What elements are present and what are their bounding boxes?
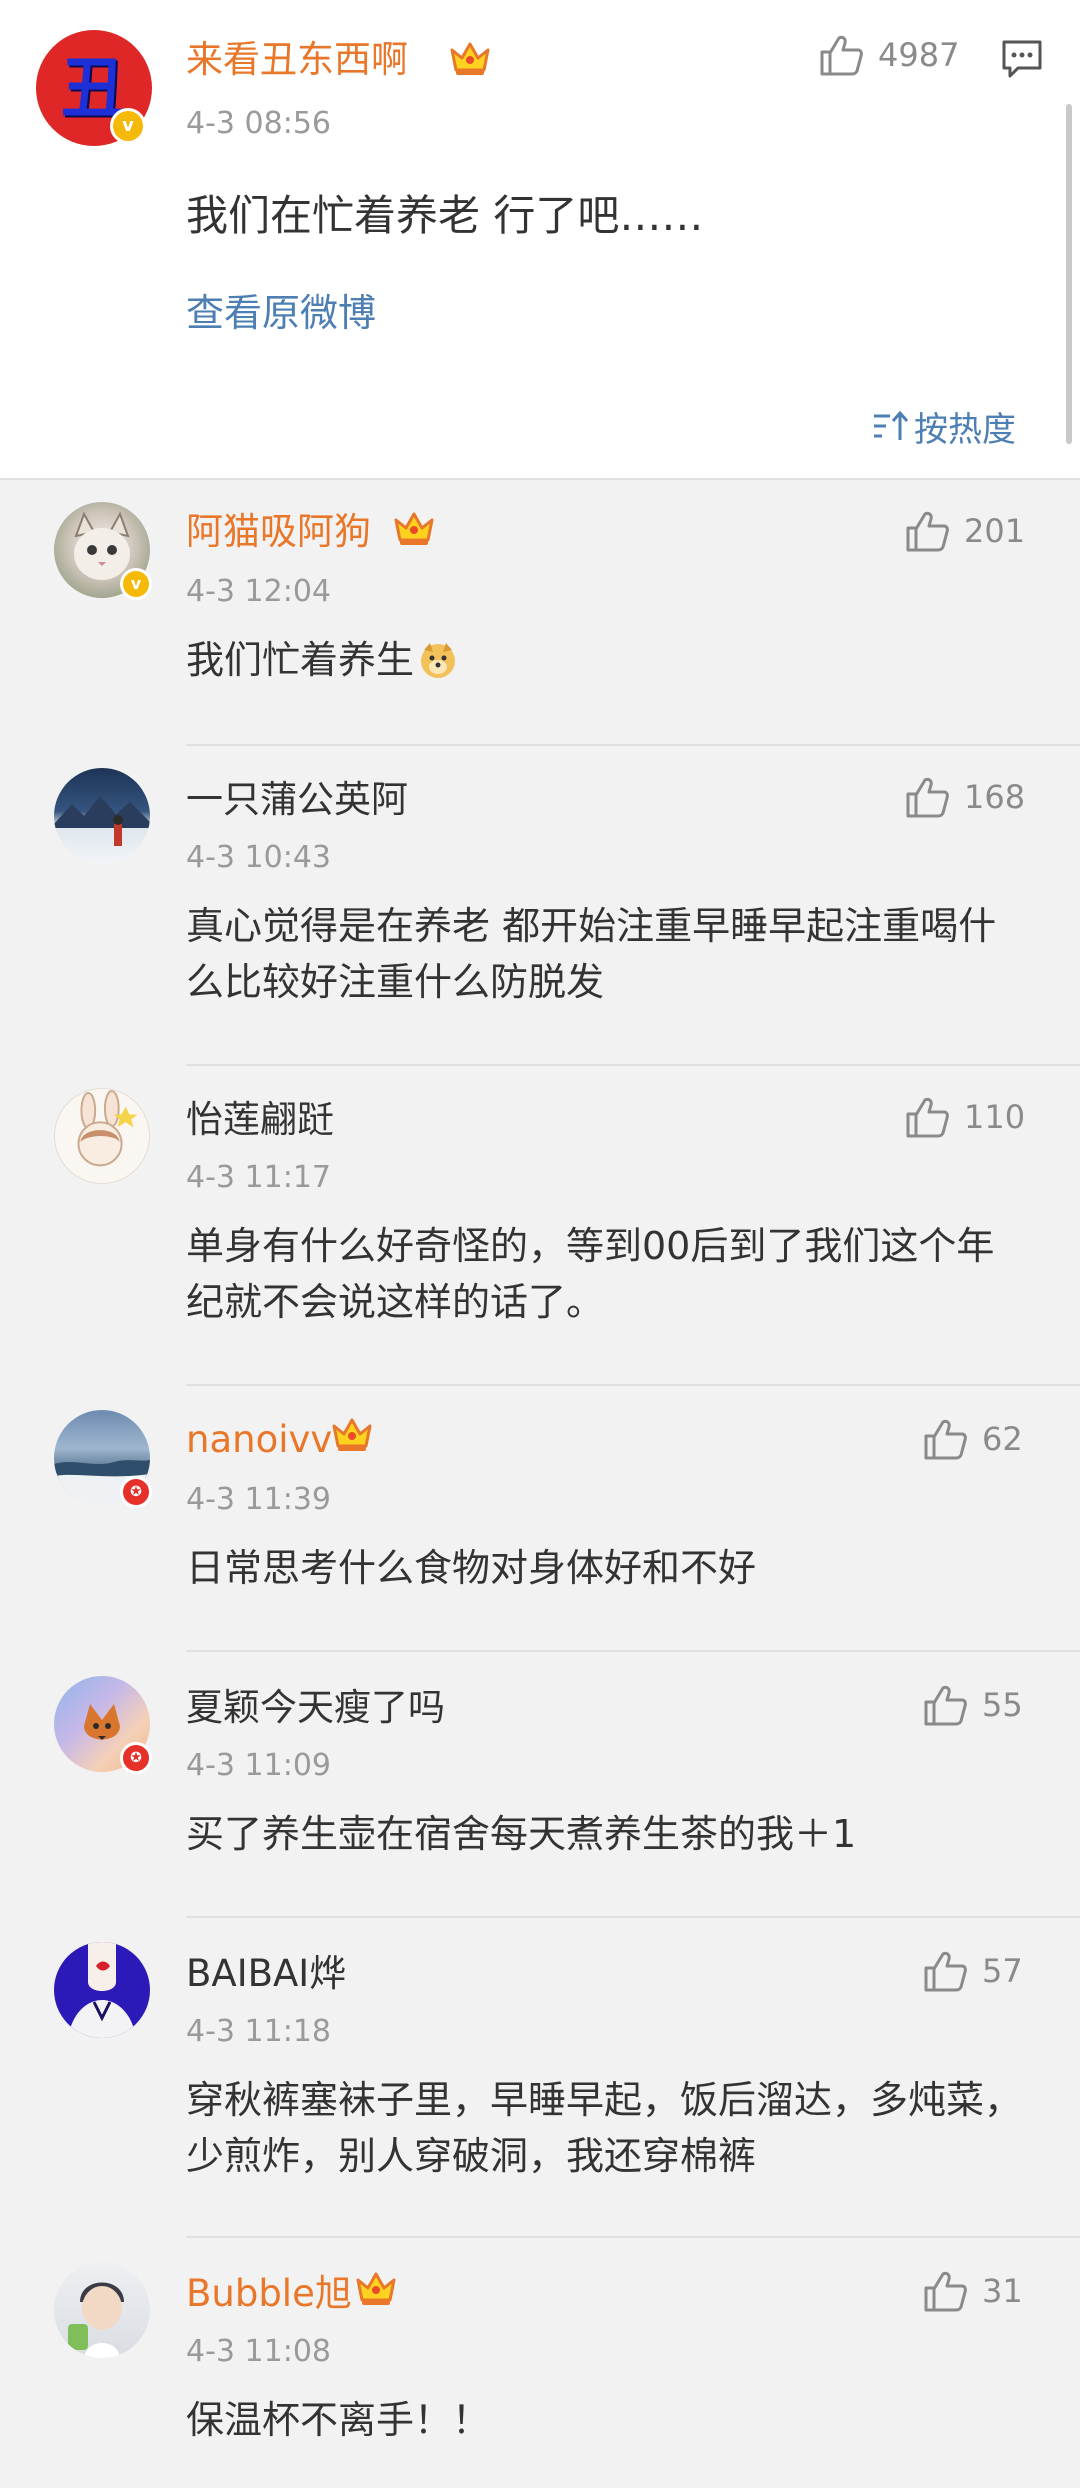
comment-divider (186, 1916, 1080, 1918)
thumbs-up-icon (924, 1419, 967, 1460)
sort-icon (874, 410, 909, 440)
commenter-avatar[interactable] (54, 768, 150, 864)
comment-text: 日常思考什么食物对身体好和不好 (186, 1546, 757, 1590)
comment-text: 穿秋裤塞袜子里，早睡早起，饭后溜达，多炖菜，少煎炸，别人穿破洞，我还穿棉裤 (186, 2078, 1023, 2178)
comment-like-button[interactable]: 201 (904, 510, 1025, 552)
comment-divider (186, 1384, 1080, 1386)
thumbs-up-icon (906, 511, 949, 552)
comment-like-count: 57 (982, 1952, 1023, 1990)
comment-time: 4-3 11:17 (186, 1160, 331, 1195)
comment-text: 单身有什么好奇怪的，等到00后到了我们这个年纪就不会说这样的话了。 (186, 1224, 995, 1324)
comment-like-count: 31 (982, 2272, 1023, 2310)
verified-badge-icon: v (120, 568, 152, 600)
comment-like-count: 110 (964, 1098, 1026, 1136)
crown-icon (356, 2272, 396, 2305)
scrollbar[interactable] (1066, 104, 1072, 444)
verified-badge-icon: v (110, 108, 146, 144)
person-avatar-image (68, 1942, 136, 2038)
commenter-name[interactable]: Bubble旭 (186, 2270, 352, 2318)
comment-like-count: 168 (964, 778, 1026, 816)
post-like-count: 4987 (878, 36, 960, 74)
comment-time: 4-3 11:18 (186, 2014, 331, 2049)
comment-like-button[interactable]: 62 (922, 1418, 1023, 1460)
comment-divider (186, 1064, 1080, 1066)
comment-text: 买了养生壶在宿舍每天煮养生茶的我＋1 (186, 1812, 857, 1856)
thumbs-up-icon (924, 2271, 967, 2312)
comment-divider (186, 744, 1080, 746)
thumbs-up-icon (924, 1951, 967, 1992)
comment-like-count: 201 (964, 512, 1026, 550)
comment-divider (186, 1650, 1080, 1652)
comment-time: 4-3 10:43 (186, 840, 331, 875)
post-author-name[interactable]: 来看丑东西啊 (186, 36, 408, 84)
thumbs-up-icon (820, 35, 863, 76)
comment-icon[interactable] (1000, 38, 1044, 80)
comment-like-button[interactable]: 110 (904, 1096, 1025, 1138)
commenter-name[interactable]: BAIBAI烨 (186, 1950, 346, 1998)
post-time: 4-3 08:56 (186, 106, 331, 141)
comment-like-button[interactable]: 57 (922, 1950, 1023, 1992)
comment-divider (186, 2236, 1080, 2238)
thumbs-up-icon (906, 777, 949, 818)
bunny-girl-avatar-image (77, 1089, 138, 1167)
comment-text: 真心觉得是在养老 都开始注重早睡早起注重喝什么比较好注重什么防脱发 (186, 904, 997, 1004)
comment-text: 保温杯不离手！！ (186, 2398, 491, 2442)
red-badge-icon: ✪ (120, 1742, 152, 1774)
commenter-avatar[interactable] (54, 1088, 150, 1184)
snow-landscape-avatar-image (54, 796, 150, 846)
commenter-avatar[interactable] (54, 2262, 150, 2358)
comment-time: 4-3 11:09 (186, 1748, 331, 1783)
commenter-name[interactable]: 一只蒲公英阿 (186, 776, 408, 824)
crown-icon (394, 512, 434, 545)
view-original-link[interactable]: 查看原微博 (186, 282, 376, 337)
comment-like-count: 55 (982, 1686, 1023, 1724)
sort-label: 按热度 (914, 410, 1016, 450)
comment-like-button[interactable]: 55 (922, 1684, 1023, 1726)
comment-text: 我们忙着养生 (186, 638, 415, 682)
post-divider (0, 478, 1080, 480)
commenter-name[interactable]: 阿猫吸阿狗 (186, 508, 371, 556)
original-post: 丑 v 来看丑东西啊 4-3 08:56 4987 我们在忙着养老 行了吧…… … (0, 0, 1080, 478)
comment-like-count: 62 (982, 1420, 1023, 1458)
commenter-name[interactable]: 夏颖今天瘦了吗 (186, 1684, 445, 1732)
doge-emoji-icon (421, 643, 456, 678)
comment-time: 4-3 11:08 (186, 2334, 331, 2369)
comment-like-button[interactable]: 31 (922, 2270, 1023, 2312)
red-badge-icon: ✪ (120, 1476, 152, 1508)
crown-icon (332, 1418, 372, 1451)
post-like-button[interactable]: 4987 (818, 34, 959, 76)
commenter-avatar[interactable] (54, 1942, 150, 2038)
sort-button[interactable]: 按热度 (872, 402, 1016, 451)
thumbs-up-icon (906, 1097, 949, 1138)
thumbs-up-icon (924, 1685, 967, 1726)
post-text: 我们在忙着养老 行了吧…… (186, 191, 704, 240)
comment-time: 4-3 12:04 (186, 574, 331, 609)
commenter-name[interactable]: 怡莲翩跹 (186, 1096, 334, 1144)
crown-icon (450, 42, 490, 75)
comment-time: 4-3 11:39 (186, 1482, 331, 1517)
commenter-name[interactable]: nanoivv (186, 1416, 332, 1464)
comment-like-button[interactable]: 168 (904, 776, 1025, 818)
boy-avatar-image (68, 2282, 124, 2358)
